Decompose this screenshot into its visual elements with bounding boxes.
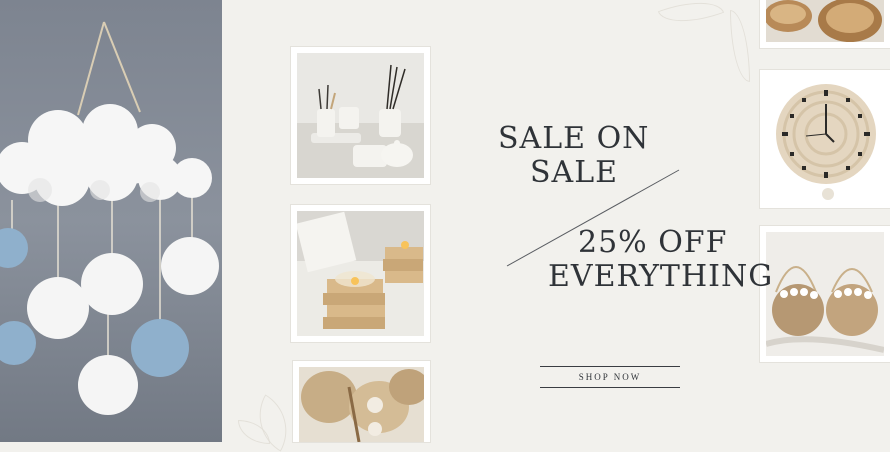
woven-fan-illustration	[299, 367, 424, 442]
pompom-cloud-image	[0, 0, 222, 442]
shop-now-button[interactable]: SHOP NOW	[540, 366, 680, 388]
offer-line1: 25% OFF	[578, 225, 728, 260]
rattan-trays-photo	[760, 0, 890, 48]
offer-line2: EVERYTHING	[548, 259, 774, 294]
rope-clock-illustration	[766, 76, 884, 202]
woven-fan-photo	[293, 361, 430, 442]
pompom-cloud-illustration	[0, 21, 219, 415]
candle-holders-illustration	[297, 211, 424, 336]
sale-headline-line1: SALE ON	[498, 121, 650, 156]
candle-holders-photo	[291, 205, 430, 342]
ceramic-diffuser-photo	[291, 47, 430, 184]
ceramic-diffuser-illustration	[297, 53, 424, 178]
rope-clock-photo	[760, 70, 890, 208]
decorative-leaf-2	[730, 10, 750, 82]
decorative-leaf-1	[657, 0, 725, 34]
rattan-trays-illustration	[766, 0, 884, 42]
daisy-bags-photo	[760, 226, 890, 362]
offer-text: 25% OFF EVERYTHING	[548, 226, 778, 294]
daisy-bags-illustration	[766, 232, 884, 356]
